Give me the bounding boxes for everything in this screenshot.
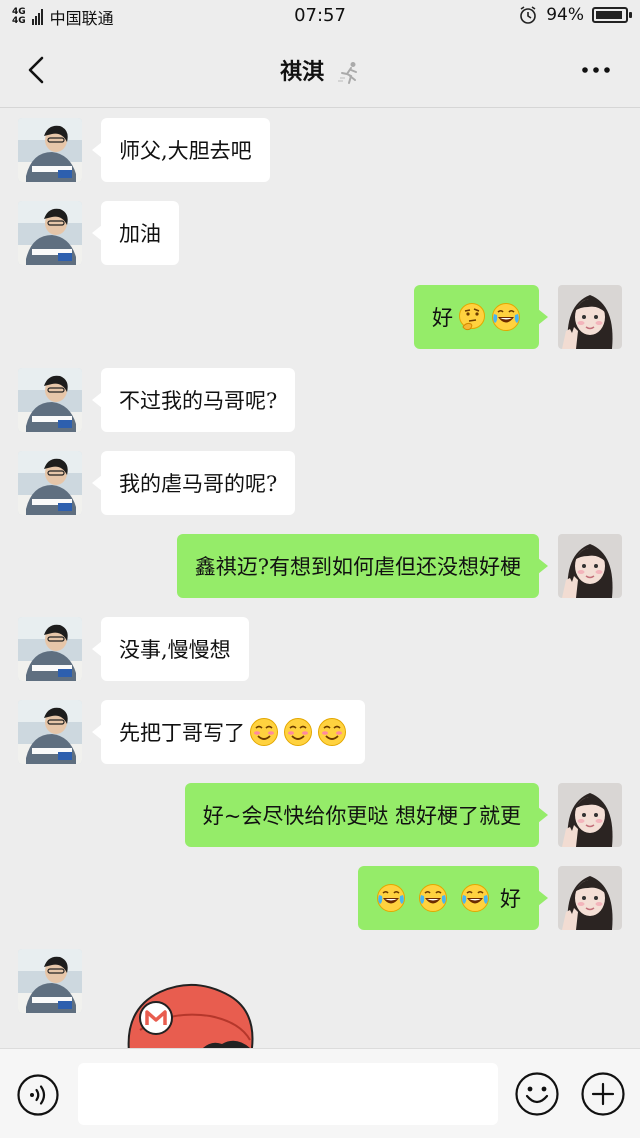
avatar[interactable] bbox=[558, 534, 622, 598]
alarm-icon bbox=[520, 6, 537, 24]
message-text: 没事,慢慢想 bbox=[119, 638, 231, 662]
avatar[interactable] bbox=[18, 700, 82, 764]
chat-title: 祺淇 bbox=[280, 60, 325, 85]
message-bubble[interactable]: 好~会尽快给你更哒 想好梗了就更 bbox=[184, 783, 549, 847]
tears-of-joy-emoji-icon bbox=[418, 883, 448, 913]
battery-icon bbox=[592, 7, 632, 23]
avatar[interactable] bbox=[18, 451, 82, 515]
tears-of-joy-emoji-icon bbox=[460, 883, 490, 913]
message-bubble[interactable]: 好 bbox=[414, 285, 548, 349]
message-input[interactable] bbox=[78, 1063, 498, 1125]
cartoon-boy-red-cap-sticker[interactable] bbox=[110, 970, 270, 1048]
message-bubble[interactable]: 我的虐马哥的呢? bbox=[91, 451, 296, 515]
emoji-icon[interactable] bbox=[514, 1071, 560, 1117]
voice-icon[interactable] bbox=[16, 1073, 60, 1117]
tears-of-joy-emoji-icon bbox=[376, 883, 406, 913]
message-text: 好 bbox=[500, 887, 521, 911]
avatar[interactable] bbox=[558, 866, 622, 930]
chat-title-wrap: 祺淇 bbox=[0, 54, 640, 86]
avatar[interactable] bbox=[18, 617, 82, 681]
message-bubble[interactable]: 加油 bbox=[92, 201, 179, 265]
avatar[interactable] bbox=[18, 118, 82, 182]
flushed-smile-emoji-icon bbox=[249, 717, 279, 747]
flushed-smile-emoji-icon bbox=[317, 717, 347, 747]
chat-area[interactable]: 师父,大胆去吧 加油 好 不过我的马哥呢? 我的虐马哥的呢? 鑫祺迈?有想到如何… bbox=[0, 108, 640, 1048]
avatar[interactable] bbox=[558, 285, 622, 349]
message-bubble[interactable]: 没事,慢慢想 bbox=[92, 617, 249, 681]
avatar[interactable] bbox=[558, 783, 622, 847]
message-bubble[interactable]: 师父,大胆去吧 bbox=[92, 118, 270, 182]
message-text: 好 bbox=[432, 306, 453, 330]
message-text: 好~会尽快给你更哒 想好梗了就更 bbox=[202, 804, 521, 828]
plus-icon[interactable] bbox=[580, 1071, 626, 1117]
more-icon[interactable] bbox=[576, 58, 616, 82]
message-text: 我的虐马哥的呢? bbox=[119, 472, 278, 496]
flushed-smile-emoji-icon bbox=[283, 717, 313, 747]
input-bar bbox=[0, 1048, 640, 1138]
avatar[interactable] bbox=[18, 949, 82, 1013]
message-text: 不过我的马哥呢? bbox=[119, 389, 278, 413]
status-bar: 4G 4G 中国联通 07:57 94% bbox=[0, 0, 640, 32]
message-text: 加油 bbox=[119, 222, 161, 246]
chat-header: 祺淇 bbox=[0, 32, 640, 108]
message-bubble[interactable]: 鑫祺迈?有想到如何虐但还没想好梗 bbox=[176, 534, 549, 598]
message-text: 鑫祺迈?有想到如何虐但还没想好梗 bbox=[194, 555, 521, 579]
avatar[interactable] bbox=[18, 201, 82, 265]
running-figure-icon bbox=[337, 62, 357, 84]
battery-level bbox=[596, 11, 622, 19]
battery-percent: 94% bbox=[546, 5, 584, 25]
tears-of-joy-emoji-icon bbox=[491, 302, 521, 332]
message-bubble[interactable]: 好 bbox=[358, 866, 548, 930]
thinking-emoji-icon bbox=[457, 302, 487, 332]
message-text: 先把丁哥写了 bbox=[119, 721, 245, 745]
status-right: 94% bbox=[518, 5, 632, 25]
message-bubble[interactable]: 先把丁哥写了 bbox=[92, 700, 365, 764]
message-text: 师父,大胆去吧 bbox=[119, 139, 252, 163]
avatar[interactable] bbox=[18, 368, 82, 432]
message-bubble[interactable]: 不过我的马哥呢? bbox=[91, 368, 296, 432]
